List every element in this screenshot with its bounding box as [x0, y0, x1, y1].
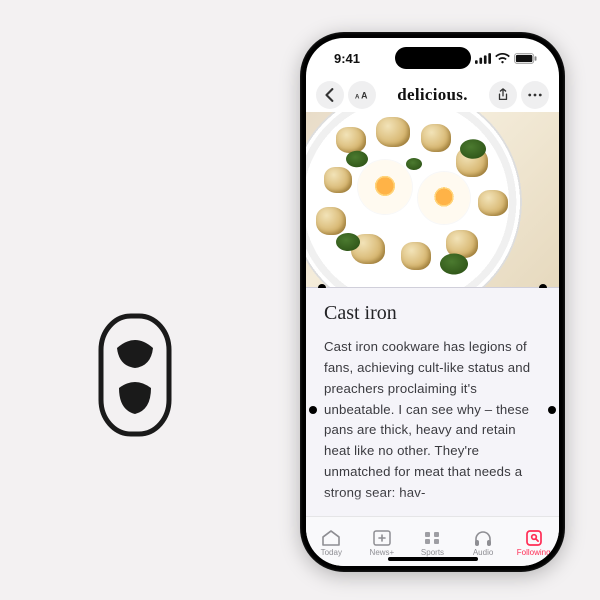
iphone-frame: 9:41 AA delicious. — [300, 32, 565, 572]
tab-newsplus[interactable]: News+ — [357, 529, 408, 557]
tab-sports[interactable]: Sports — [407, 529, 458, 557]
article-headline: Cast iron — [324, 302, 541, 325]
tab-following[interactable]: Following — [508, 529, 559, 557]
status-time: 9:41 — [334, 51, 360, 66]
home-indicator[interactable] — [388, 557, 478, 561]
article-body[interactable]: Cast iron Cast iron cookware has legions… — [306, 288, 559, 516]
article-paragraph: Cast iron cookware has legions of fans, … — [324, 337, 541, 504]
tab-audio[interactable]: Audio — [458, 529, 509, 557]
news-icon — [321, 529, 341, 547]
share-button[interactable] — [489, 81, 517, 109]
screen: 9:41 AA delicious. — [306, 38, 559, 566]
back-button[interactable] — [316, 81, 344, 109]
tab-today[interactable]: Today — [306, 529, 357, 557]
following-icon — [524, 529, 544, 547]
text-size-button[interactable]: AA — [348, 81, 376, 109]
more-button[interactable] — [521, 81, 549, 109]
wifi-icon — [495, 53, 510, 64]
nav-bar: AA delicious. — [306, 78, 559, 112]
dynamic-island — [395, 47, 471, 69]
headphones-icon — [473, 529, 493, 547]
car-icon — [95, 310, 175, 445]
svg-text:A: A — [361, 91, 368, 101]
article-hero-image — [306, 112, 559, 288]
newsplus-icon — [372, 529, 392, 547]
sports-icon — [422, 529, 442, 547]
battery-icon — [514, 53, 537, 64]
svg-text:A: A — [355, 94, 360, 101]
signal-icon — [475, 53, 491, 64]
